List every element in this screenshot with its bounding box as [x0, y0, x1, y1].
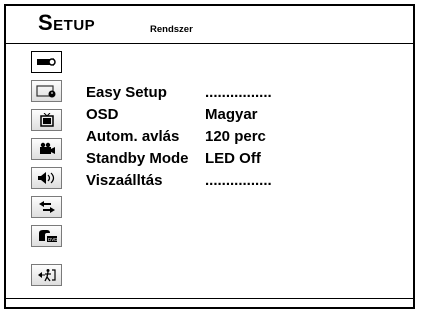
menu-label: Autom. avlás: [86, 128, 180, 145]
page-subtitle: Rendszer: [150, 24, 193, 35]
menu-row-auto-standby[interactable]: Autom. avlás 120 perc: [86, 128, 386, 148]
sidebar-item-system[interactable]: [31, 51, 62, 73]
menu-row-reset[interactable]: Viszaálltás ................: [86, 172, 386, 192]
menu-label: Viszaálltás: [86, 172, 163, 189]
menu-value: Magyar: [205, 106, 258, 123]
sidebar-item-tv[interactable]: [31, 109, 62, 131]
menu-row-osd[interactable]: OSD Magyar: [86, 106, 386, 126]
audio-speaker-icon: [37, 172, 54, 184]
menu-value: LED Off: [205, 150, 261, 167]
sidebar-item-audio[interactable]: [31, 167, 62, 189]
sidebar-item-dvd[interactable]: DVD: [31, 225, 62, 247]
sidebar-item-connections[interactable]: [31, 196, 62, 218]
camera-video-icon: [39, 142, 55, 154]
menu-label: Easy Setup: [86, 84, 167, 101]
tv-icon: [39, 113, 54, 127]
sidebar-item-video[interactable]: [31, 138, 62, 160]
menu-label: OSD: [86, 106, 119, 123]
system-settings-icon: [36, 58, 56, 66]
connection-arrows-icon: [38, 201, 55, 213]
header-bar: Setup Rendszer: [6, 6, 413, 44]
page-title: Setup: [38, 10, 96, 35]
exit-icon: [37, 269, 56, 282]
menu-value: ................: [205, 172, 272, 189]
menu-label: Standby Mode: [86, 150, 189, 167]
sidebar-item-timer[interactable]: [31, 80, 62, 102]
menu-value: 120 perc: [205, 128, 266, 145]
footer-divider: [6, 298, 413, 299]
menu-value: ................: [205, 84, 272, 101]
svg-text:DVD: DVD: [48, 237, 58, 242]
dvd-disc-icon: DVD: [38, 230, 58, 242]
sidebar-item-exit[interactable]: [31, 264, 62, 286]
clock-timer-icon: [35, 85, 55, 98]
menu-row-easy-setup[interactable]: Easy Setup ................: [86, 84, 386, 104]
setup-window: Setup Rendszer DVD Easy Setup ..........…: [4, 4, 415, 309]
menu-row-standby-mode[interactable]: Standby Mode LED Off: [86, 150, 386, 170]
